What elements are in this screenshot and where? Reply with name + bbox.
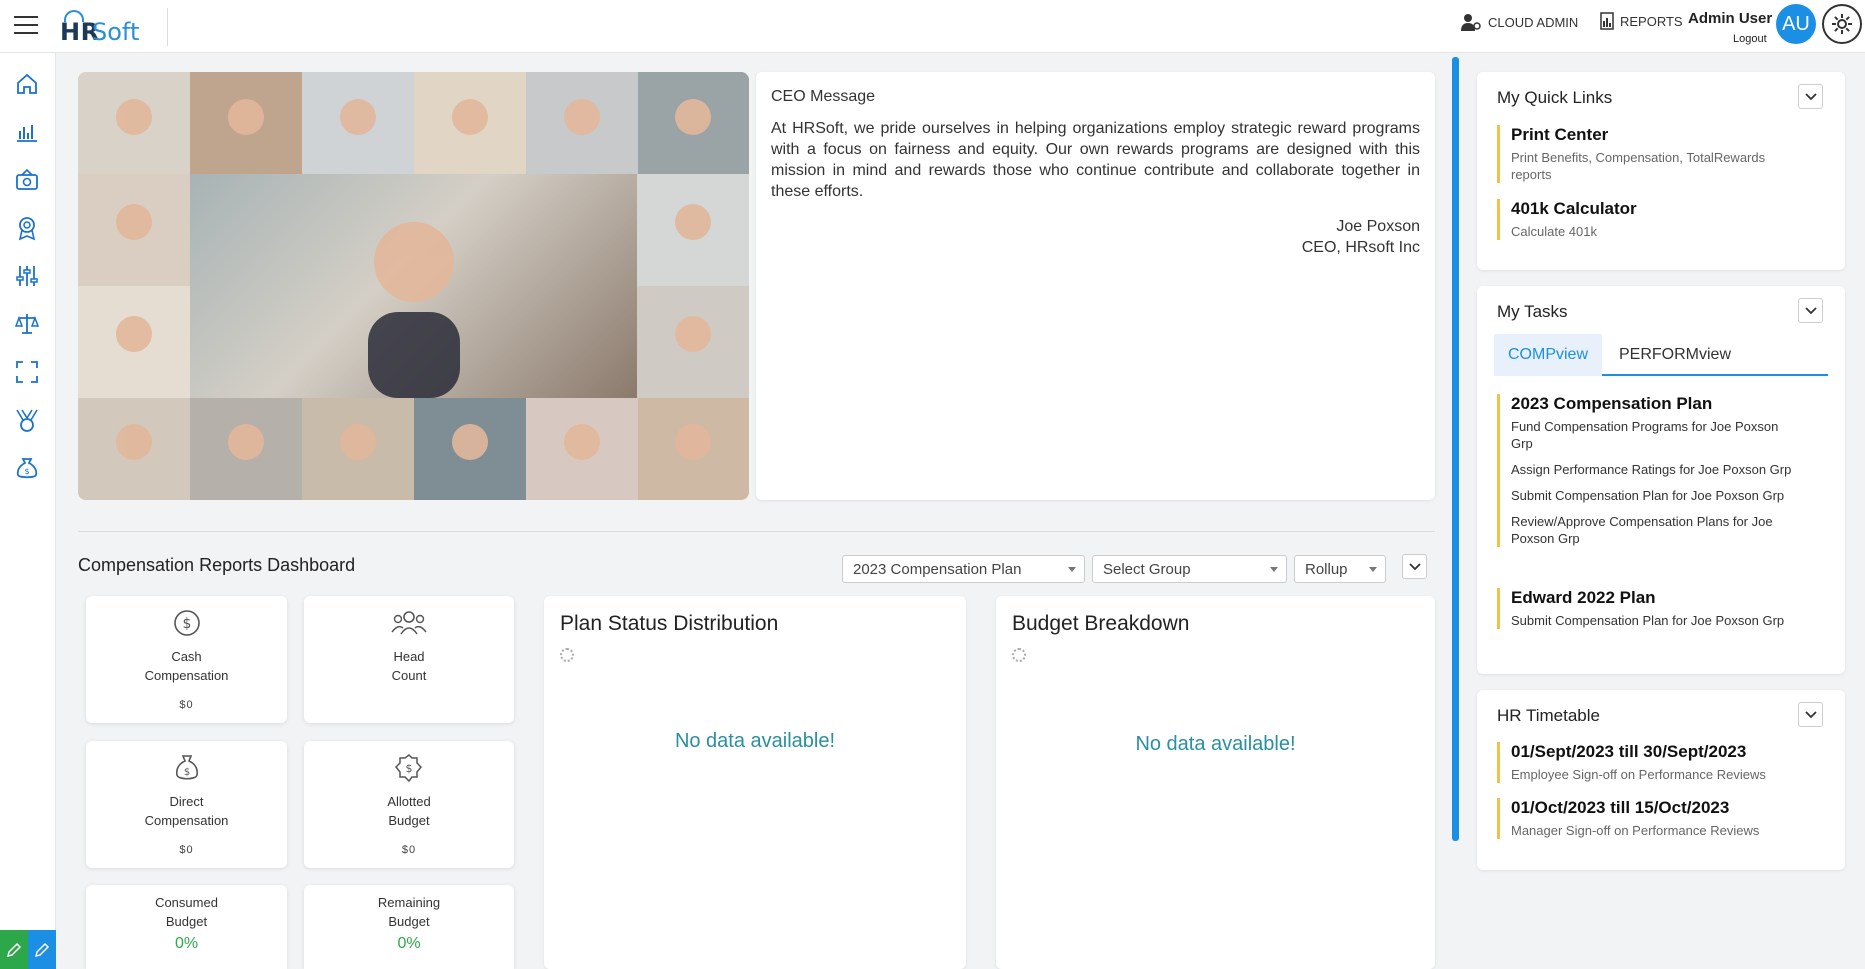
loading-spinner-icon [560,648,574,662]
ceo-role: CEO, HRsoft Inc [1301,239,1420,256]
home-icon[interactable] [14,71,40,97]
task-item[interactable]: Review/Approve Compensation Plans for Jo… [1511,513,1797,547]
menu-icon[interactable] [14,16,38,36]
direct-compensation-card[interactable]: $ Direct Compensation $0 [86,741,287,868]
expand-icon[interactable] [14,359,40,385]
chevron-down-icon [1804,710,1817,718]
user-name: Admin User [1688,10,1773,27]
tasks-tabs: COMPview PERFORMview [1494,334,1828,376]
tab-compview[interactable]: COMPview [1494,334,1603,376]
dashboard-collapse-button[interactable] [1402,554,1427,579]
allotted-budget-value: $0 [401,844,417,856]
tab-performview[interactable]: PERFORMview [1605,334,1745,376]
task-item[interactable]: Submit Compensation Plan for Joe Poxson … [1511,612,1797,629]
task-item[interactable]: Assign Performance Ratings for Joe Poxso… [1511,461,1797,478]
plan-status-empty: No data available! [674,730,836,752]
chevron-down-icon [1804,306,1817,314]
quick-links-title: My Quick Links [1497,88,1613,107]
hr-timetable-collapse-button[interactable] [1798,702,1823,727]
balance-scale-icon[interactable] [14,311,40,337]
award-icon[interactable] [14,215,40,241]
hrsoft-logo[interactable]: HR Soft [58,8,168,46]
svg-text:$: $ [182,616,191,632]
plan-status-title: Plan Status Distribution [560,612,779,635]
budget-breakdown-title: Budget Breakdown [1012,612,1190,635]
remaining-budget-card[interactable]: Remaining Budget 0% [304,885,514,969]
rollup-select[interactable]: Rollup [1294,555,1386,583]
reports-link[interactable]: REPORTS [1600,12,1683,30]
left-sidebar: $ [0,53,56,969]
chevron-down-icon [1408,562,1421,570]
ceo-message-card: CEO Message At HRSoft, we pride ourselve… [756,72,1435,500]
my-tasks-card: My Tasks COMPview PERFORMview 2023 Compe… [1477,286,1845,674]
cash-compensation-value: $0 [179,699,194,711]
plan-status-chart-card: Plan Status Distribution No data availab… [544,596,966,969]
report-icon [1600,12,1614,30]
money-bag-icon: $ [175,755,198,780]
task-plan-2023[interactable]: 2023 Compensation Plan Fund Compensation… [1497,394,1797,547]
loading-spinner-icon [1012,648,1026,662]
people-group-icon [391,611,427,635]
consumed-budget-card[interactable]: Consumed Budget 0% [86,885,287,969]
head-count-card[interactable]: Head Count [304,596,514,723]
task-item[interactable]: Submit Compensation Plan for Joe Poxson … [1511,487,1797,504]
consumed-budget-value: 0% [174,935,199,952]
direct-compensation-value: $0 [179,844,194,856]
svg-text:$: $ [24,467,29,476]
svg-text:$: $ [183,767,189,778]
analytics-icon[interactable] [14,119,40,145]
dollar-badge-icon: $ [394,754,423,783]
hr-timetable-title: HR Timetable [1497,706,1600,725]
scroll-indicator[interactable] [1452,57,1459,841]
task-plan-edward-2022[interactable]: Edward 2022 Plan Submit Compensation Pla… [1497,588,1797,629]
group-select[interactable]: Select Group [1092,555,1287,583]
dollar-circle-icon: $ [173,610,200,636]
cloud-admin-link[interactable]: CLOUD ADMIN [1460,12,1578,32]
my-tasks-collapse-button[interactable] [1798,298,1823,323]
ceo-message-body: At HRSoft, we pride ourselves in helping… [771,120,1420,200]
pencil-icon[interactable] [28,930,56,969]
quick-links-collapse-button[interactable] [1798,84,1823,109]
settings-gear-icon[interactable] [1822,4,1862,44]
task-item[interactable]: Fund Compensation Programs for Joe Poxso… [1511,418,1797,452]
logout-link[interactable]: Logout [1733,33,1767,45]
sliders-icon[interactable] [14,263,40,289]
svg-text:$: $ [406,762,413,775]
hr-timetable-card: HR Timetable 01/Sept/2023 till 30/Sept/2… [1477,690,1845,870]
my-tasks-title: My Tasks [1497,302,1568,321]
admin-user-icon [1461,14,1481,31]
medal-icon[interactable] [14,407,40,433]
team-collage-image [78,72,749,500]
quick-link-print-center[interactable]: Print Center Print Benefits, Compensatio… [1497,125,1807,183]
dashboard-title: Compensation Reports Dashboard [78,555,356,575]
pencil-icon[interactable] [0,930,28,969]
top-header: HR Soft CLOUD ADMIN REPORTS Admin User Lo… [0,0,1865,53]
budget-breakdown-empty: No data available! [1135,733,1296,755]
allotted-budget-card[interactable]: $ Allotted Budget $0 [304,741,514,868]
quick-links-card: My Quick Links Print Center Print Benefi… [1477,72,1845,270]
money-bag-icon[interactable]: $ [14,455,40,481]
ceo-name: Joe Poxson [1336,218,1420,235]
remaining-budget-value: 0% [397,935,421,952]
timetable-item[interactable]: 01/Oct/2023 till 15/Oct/2023 Manager Sig… [1497,798,1807,839]
avatar[interactable]: AU [1776,4,1816,44]
budget-breakdown-chart-card: Budget Breakdown No data available! [996,596,1435,969]
edit-toggle[interactable] [0,930,56,969]
plan-select[interactable]: 2023 Compensation Plan [842,555,1085,583]
cash-compensation-card[interactable]: $ Cash Compensation $0 [86,596,287,723]
ceo-message-title: CEO Message [771,88,876,105]
section-divider [78,531,1435,532]
chevron-down-icon [1804,92,1817,100]
quick-link-401k-calculator[interactable]: 401k Calculator Calculate 401k [1497,199,1807,240]
compensation-icon[interactable] [14,167,40,193]
timetable-item[interactable]: 01/Sept/2023 till 30/Sept/2023 Employee … [1497,742,1807,783]
